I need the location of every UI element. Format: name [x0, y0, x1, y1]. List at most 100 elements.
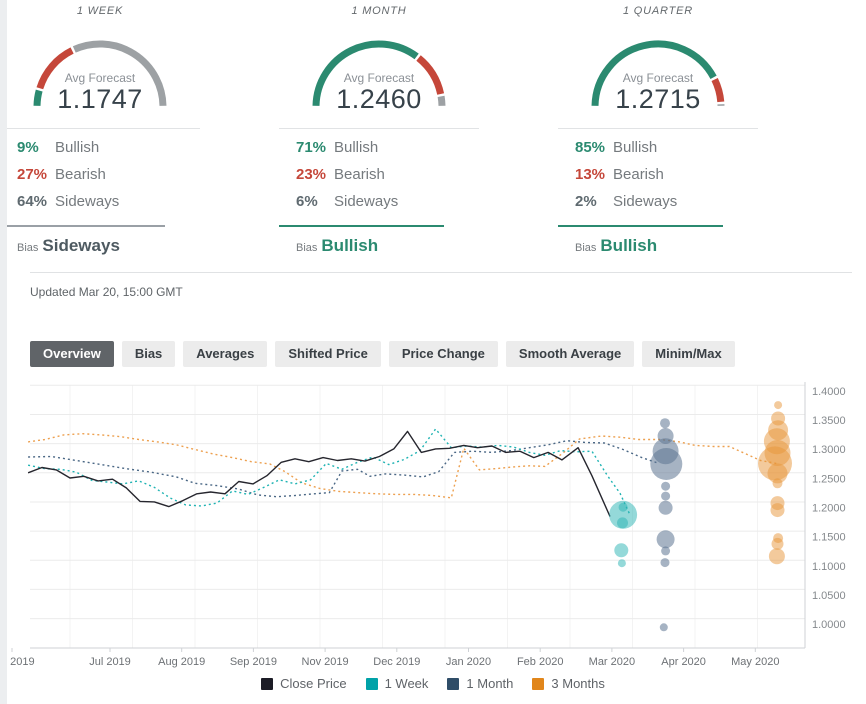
panel-period-title: 1 WEEK [0, 5, 200, 19]
sentiment-row-sideways: 6%Sideways [296, 188, 479, 215]
forecast-panel-1-week: 1 WEEK Avg Forecast1.1747 9%Bullish 27%Bear… [0, 0, 200, 256]
avg-forecast-label: Avg Forecast [304, 71, 454, 85]
x-axis-label: Mar 2020 [589, 656, 635, 668]
legend-swatch [366, 678, 378, 690]
legend-label: 1 Month [466, 676, 513, 691]
y-axis-label: 1.1500 [812, 532, 846, 544]
panel-period-title: 1 MONTH [279, 5, 479, 19]
bias-rule [0, 225, 165, 227]
forecast-bubble-1-month-forecasts [661, 482, 670, 491]
x-axis-label: Feb 2020 [517, 656, 563, 668]
forecast-bubble-1-month-forecasts [650, 448, 682, 480]
sentiment-label: Bearish [334, 166, 385, 183]
forecast-bubble-1-month-forecasts [659, 501, 673, 515]
gauge-overlay: Avg Forecast1.1747 [25, 71, 175, 113]
series-line-1-week [28, 429, 629, 514]
forecast-bubble-1-week-forecasts [617, 517, 628, 528]
y-axis-label: 1.1000 [812, 561, 846, 573]
bias-row: Bias Bullish [558, 236, 758, 256]
tab-price-change[interactable]: Price Change [389, 341, 498, 367]
avg-forecast-value: 1.2715 [583, 86, 733, 113]
gauge: Avg Forecast1.2460 [304, 31, 454, 111]
sentiment-rows: 71%Bullish23%Bearish6%Sideways [279, 134, 479, 215]
y-axis-label: 1.2000 [812, 502, 846, 514]
x-axis-label: May 2020 [731, 656, 779, 668]
sentiment-label: Sideways [613, 193, 677, 210]
section-divider [30, 272, 852, 273]
sentiment-row-sideways: 64%Sideways [17, 188, 200, 215]
legend-item-close-price[interactable]: Close Price [261, 676, 346, 691]
bias-label: Bias [575, 242, 596, 254]
series-line-close-price [28, 431, 610, 516]
sentiment-rows: 9%Bullish 27%Bearish64%Sideways [0, 134, 200, 215]
bias-label: Bias [296, 242, 317, 254]
x-axis-label: Sep 2019 [230, 656, 277, 668]
y-axis-label: 1.4000 [812, 386, 846, 398]
panel-divider [279, 128, 479, 129]
tab-shifted-price[interactable]: Shifted Price [275, 341, 380, 367]
gauge-overlay: Avg Forecast1.2460 [304, 71, 454, 113]
sentiment-label: Bearish [613, 166, 664, 183]
gauge: Avg Forecast1.2715 [583, 31, 733, 111]
tab-minim-max[interactable]: Minim/Max [642, 341, 734, 367]
tab-smooth-average[interactable]: Smooth Average [506, 341, 634, 367]
panel-period-title: 1 QUARTER [558, 5, 758, 19]
sentiment-pct: 9% [17, 139, 55, 156]
bias-value: Bullish [321, 236, 378, 255]
bias-value: Sideways [42, 236, 120, 255]
bias-row: BiasSideways [0, 236, 200, 256]
sentiment-pct: 13% [575, 166, 613, 183]
forecast-bubble-1-month-forecasts [657, 530, 675, 548]
x-axis-label: Nov 2019 [302, 656, 349, 668]
tab-bias[interactable]: Bias [122, 341, 175, 367]
forecast-panel-1-quarter: 1 QUARTERAvg Forecast1.271585%Bullish13%… [558, 0, 758, 256]
forecast-bubble-1-month-forecasts [660, 623, 668, 631]
legend-label: 1 Week [385, 676, 429, 691]
sentiment-pct: 2% [575, 193, 613, 210]
y-axis-label: 1.3000 [812, 444, 846, 456]
forecast-bubble-1-month-forecasts [660, 418, 670, 428]
bias-value: Bullish [600, 236, 657, 255]
gauge: Avg Forecast1.1747 [25, 31, 175, 111]
panel-divider [0, 128, 200, 129]
y-axis-label: 1.0500 [812, 590, 846, 602]
sentiment-row-bearish: 27%Bearish [17, 161, 200, 188]
bias-rule [558, 225, 723, 227]
legend-label: 3 Months [551, 676, 604, 691]
sentiment-label: Bullish [613, 139, 657, 156]
y-axis-label: 1.3500 [812, 415, 846, 427]
sentiment-row-bullish: 71%Bullish [296, 134, 479, 161]
forecast-bubble-1-month-forecasts [661, 558, 670, 567]
sentiment-label: Bullish [334, 139, 378, 156]
panel-divider [558, 128, 758, 129]
forecast-bubble-1-week-forecasts [614, 543, 628, 557]
legend-item-1-month[interactable]: 1 Month [447, 676, 513, 691]
forecast-bubble-3-months-forecasts [769, 548, 785, 564]
gauge-overlay: Avg Forecast1.2715 [583, 71, 733, 113]
y-axis-label: 1.2500 [812, 473, 846, 485]
forecast-chart: 1.4000 1.3500 1.3000 1.2500 1.2000 1.1500 1.10… [0, 380, 866, 672]
legend-swatch [447, 678, 459, 690]
sentiment-pct: 23% [296, 166, 334, 183]
updated-timestamp: Updated Mar 20, 15:00 GMT [30, 285, 183, 299]
x-axis-label: Jan 2020 [446, 656, 491, 668]
tab-averages[interactable]: Averages [183, 341, 267, 367]
y-axis-label: 1.0000 [812, 619, 846, 631]
sentiment-row-bearish: 13%Bearish [575, 161, 758, 188]
forecast-bubble-3-months-forecasts [773, 478, 783, 488]
forecast-bubble-3-months-forecasts [771, 503, 785, 517]
forecast-chart-canvas: 1.4000 1.3500 1.3000 1.2500 1.2000 1.1500 1.10… [0, 380, 866, 672]
legend-item-1-week[interactable]: 1 Week [366, 676, 429, 691]
sentiment-pct: 6% [296, 193, 334, 210]
x-axis-label: Aug 2019 [158, 656, 205, 668]
sentiment-row-bearish: 23%Bearish [296, 161, 479, 188]
sentiment-label: Bullish [55, 139, 99, 156]
sentiment-rows: 85%Bullish13%Bearish2%Sideways [558, 134, 758, 215]
tab-overview[interactable]: Overview [30, 341, 114, 367]
legend-item-3-months[interactable]: 3 Months [532, 676, 604, 691]
forecast-panels: 1 WEEKAvg Forecast1.17479%Bullish27%Bear… [0, 0, 758, 256]
forecast-bubble-1-week-forecasts [619, 503, 628, 512]
sentiment-pct: 27% [17, 166, 55, 183]
forecast-bubble-1-week-forecasts [618, 559, 626, 567]
legend-swatch [532, 678, 544, 690]
